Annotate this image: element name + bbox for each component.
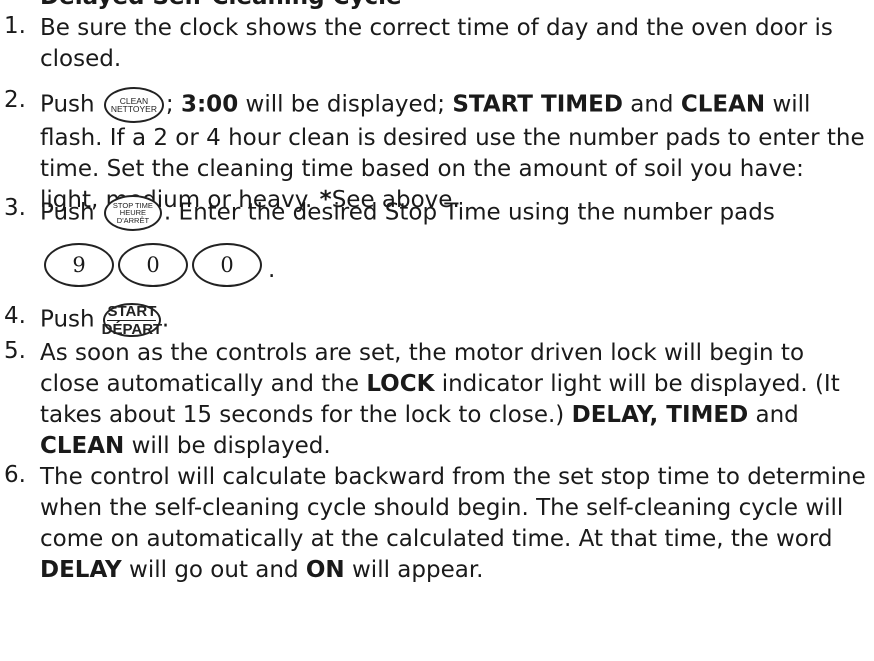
step-text: The control will calculate backward from… <box>40 464 866 583</box>
section-heading: Delayed Self-Cleaning Cycle <box>40 0 402 10</box>
step-number: 5. <box>4 338 26 364</box>
step-text: As soon as the controls are set, the mot… <box>40 340 840 459</box>
number-pads-period: . <box>268 257 276 283</box>
step-number: 2. <box>4 87 26 113</box>
push-label: Push <box>40 306 95 333</box>
stop-time-key-icon: Stop Time Heure d'Arrêt <box>103 195 162 231</box>
push-label: Push <box>40 91 95 118</box>
step-number: 6. <box>4 462 26 488</box>
step-text: Push Stop Time Heure d'Arrêt. Enter the de… <box>40 195 866 231</box>
step-number: 3. <box>4 195 26 221</box>
number-pad-0-icon: 0 <box>118 243 188 287</box>
step-number: 4. <box>4 303 26 329</box>
number-pad-0-icon: 0 <box>192 243 262 287</box>
push-label: Push <box>40 199 95 226</box>
step-number: 1. <box>4 13 26 39</box>
number-pad-9-icon: 9 <box>44 243 114 287</box>
number-pads: 9 0 0 . <box>44 243 275 287</box>
start-key-icon: START DÉPART <box>101 302 163 338</box>
step-text: Push START DÉPART. <box>40 302 170 338</box>
step-text: Be sure the clock shows the correct time… <box>40 15 833 72</box>
clean-key-icon: Clean Nettoyer <box>103 87 164 123</box>
